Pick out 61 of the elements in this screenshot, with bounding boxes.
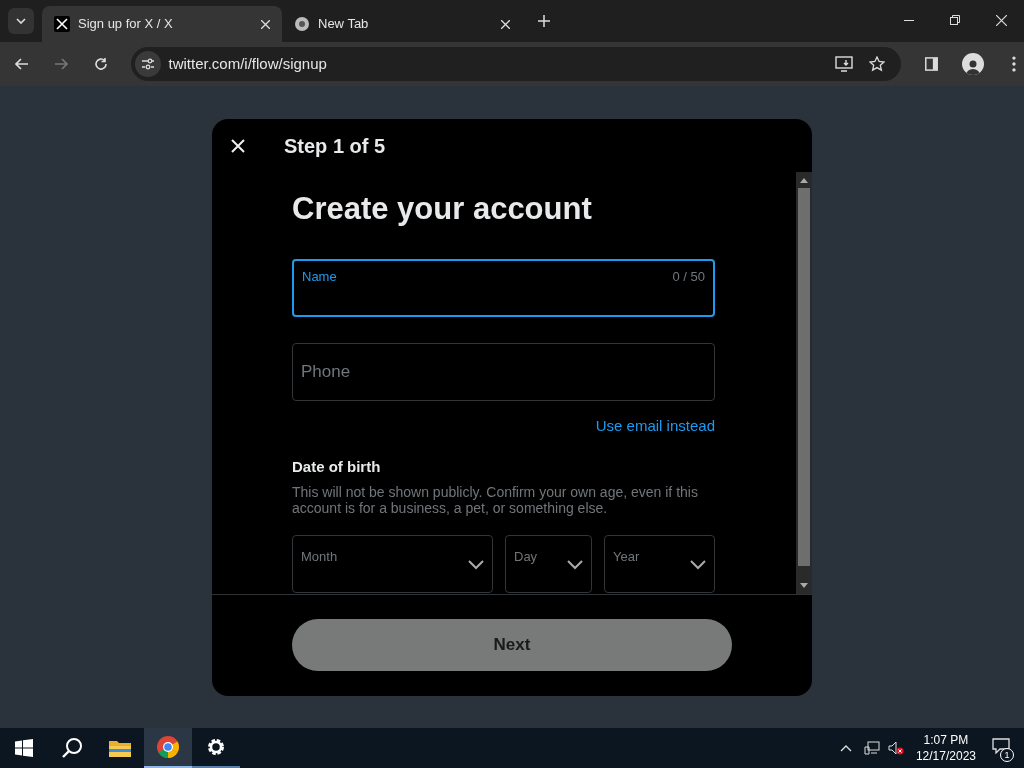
x-logo-icon	[54, 16, 70, 32]
select-label: Day	[514, 549, 538, 564]
globe-icon	[294, 16, 310, 32]
chevron-up-icon[interactable]	[839, 744, 852, 752]
date-select[interactable]: Month	[292, 535, 493, 593]
back-arrow-icon	[14, 58, 29, 70]
chevron-down-icon	[567, 560, 583, 570]
close-icon	[995, 14, 1007, 26]
select-label: Month	[301, 549, 338, 564]
scrollbar[interactable]	[796, 172, 812, 594]
url-text: twitter.com/i/flow/signup	[168, 53, 327, 74]
browser-tab[interactable]: New Tab	[282, 6, 522, 42]
use-email-link[interactable]: Use email instead	[595, 415, 715, 438]
phone-input-field[interactable]: Phone	[292, 343, 715, 401]
name-field-label: Name	[302, 269, 337, 286]
minimize-icon	[904, 19, 914, 21]
tab-title: Sign up for X / X	[78, 15, 174, 34]
reload-icon	[93, 57, 108, 71]
browser-tab[interactable]: Sign up for X / X	[42, 6, 282, 42]
step-title: Step 1 of 5	[284, 133, 386, 159]
plus-icon	[538, 15, 550, 27]
forward-arrow-icon	[54, 58, 69, 70]
tab-title: New Tab	[318, 15, 370, 34]
page-heading: Create your account	[292, 190, 593, 228]
gear-icon	[205, 736, 227, 758]
scroll-up-icon	[800, 178, 808, 183]
clock-time[interactable]: 1:07 PM	[923, 732, 969, 748]
network-icon[interactable]	[863, 741, 880, 755]
character-counter: 0 / 50	[672, 269, 705, 286]
close-tab-icon[interactable]	[501, 19, 510, 29]
date-select[interactable]: Year	[604, 535, 715, 593]
taskbar-button[interactable]	[144, 728, 192, 768]
chevron-down-icon	[690, 560, 706, 570]
bookmark-star-icon[interactable]	[868, 56, 885, 72]
chevron-down-icon	[16, 18, 26, 24]
chevron-down-icon	[468, 560, 484, 570]
browser-icon	[156, 735, 180, 759]
date-select[interactable]: Day	[505, 535, 592, 593]
close-tab-icon[interactable]	[261, 19, 270, 29]
notification-count-badge: 1	[1000, 748, 1014, 762]
select-label: Year	[613, 549, 640, 564]
menu-icon[interactable]	[1012, 56, 1016, 72]
windows-logo-icon	[15, 739, 33, 757]
address-bar[interactable]: twitter.com/i/flow/signup	[130, 47, 901, 81]
folder-icon	[108, 738, 132, 758]
muted-speaker-icon[interactable]	[887, 741, 904, 755]
notification-icon	[992, 738, 1010, 754]
date-of-birth-title: Date of birth	[292, 456, 382, 477]
clock-date[interactable]: 12/17/2023	[915, 748, 976, 764]
tab-search-button[interactable]	[8, 8, 34, 34]
phone-placeholder: Phone	[301, 361, 351, 384]
install-app-icon[interactable]	[834, 56, 853, 72]
restore-icon	[950, 15, 960, 25]
close-icon	[231, 138, 245, 153]
scroll-down-icon	[800, 583, 808, 588]
search-icon	[61, 737, 83, 759]
profile-avatar[interactable]	[962, 53, 985, 75]
date-of-birth-description: This will not be shown publicly. Confirm your own age, even if this account is for a business, a pet, or something else.	[292, 484, 699, 516]
side-panel-icon[interactable]	[924, 57, 939, 71]
name-input-field[interactable]: Name 0 / 50	[292, 259, 715, 317]
site-info-icon[interactable]	[134, 51, 161, 77]
